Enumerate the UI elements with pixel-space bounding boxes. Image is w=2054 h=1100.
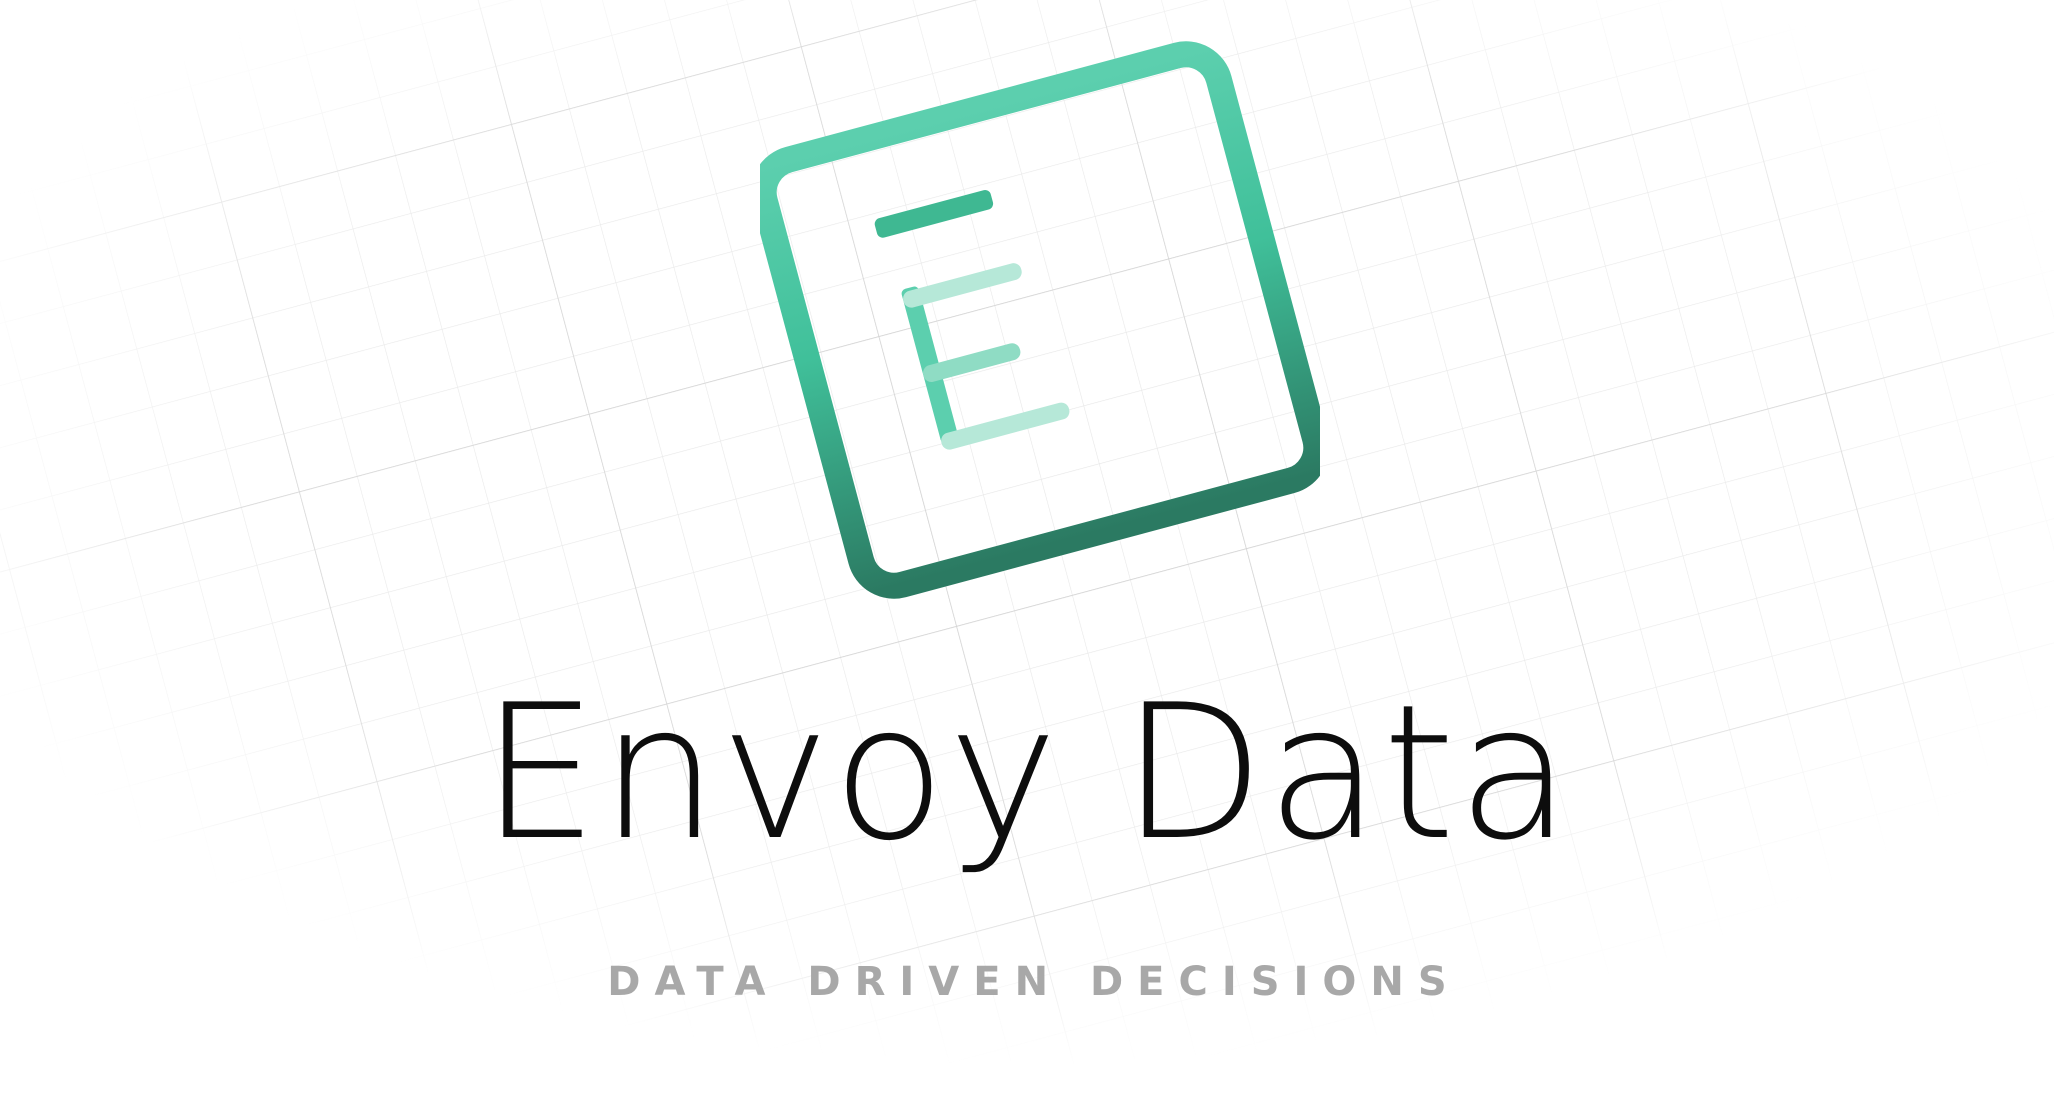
logo-frame — [760, 41, 1320, 599]
brand-tagline: DATA DRIVEN DECISIONS — [607, 959, 1461, 1005]
letter-e-logo-icon — [760, 41, 1320, 599]
brand-name: Envoy Data — [480, 664, 1574, 881]
logo-e-top-bar — [874, 190, 994, 238]
brand-banner: Envoy Data DATA DRIVEN DECISIONS — [0, 0, 2054, 1100]
logo-e-bottom-bar — [941, 402, 1070, 450]
logo-e-upper-bar — [903, 263, 1022, 308]
